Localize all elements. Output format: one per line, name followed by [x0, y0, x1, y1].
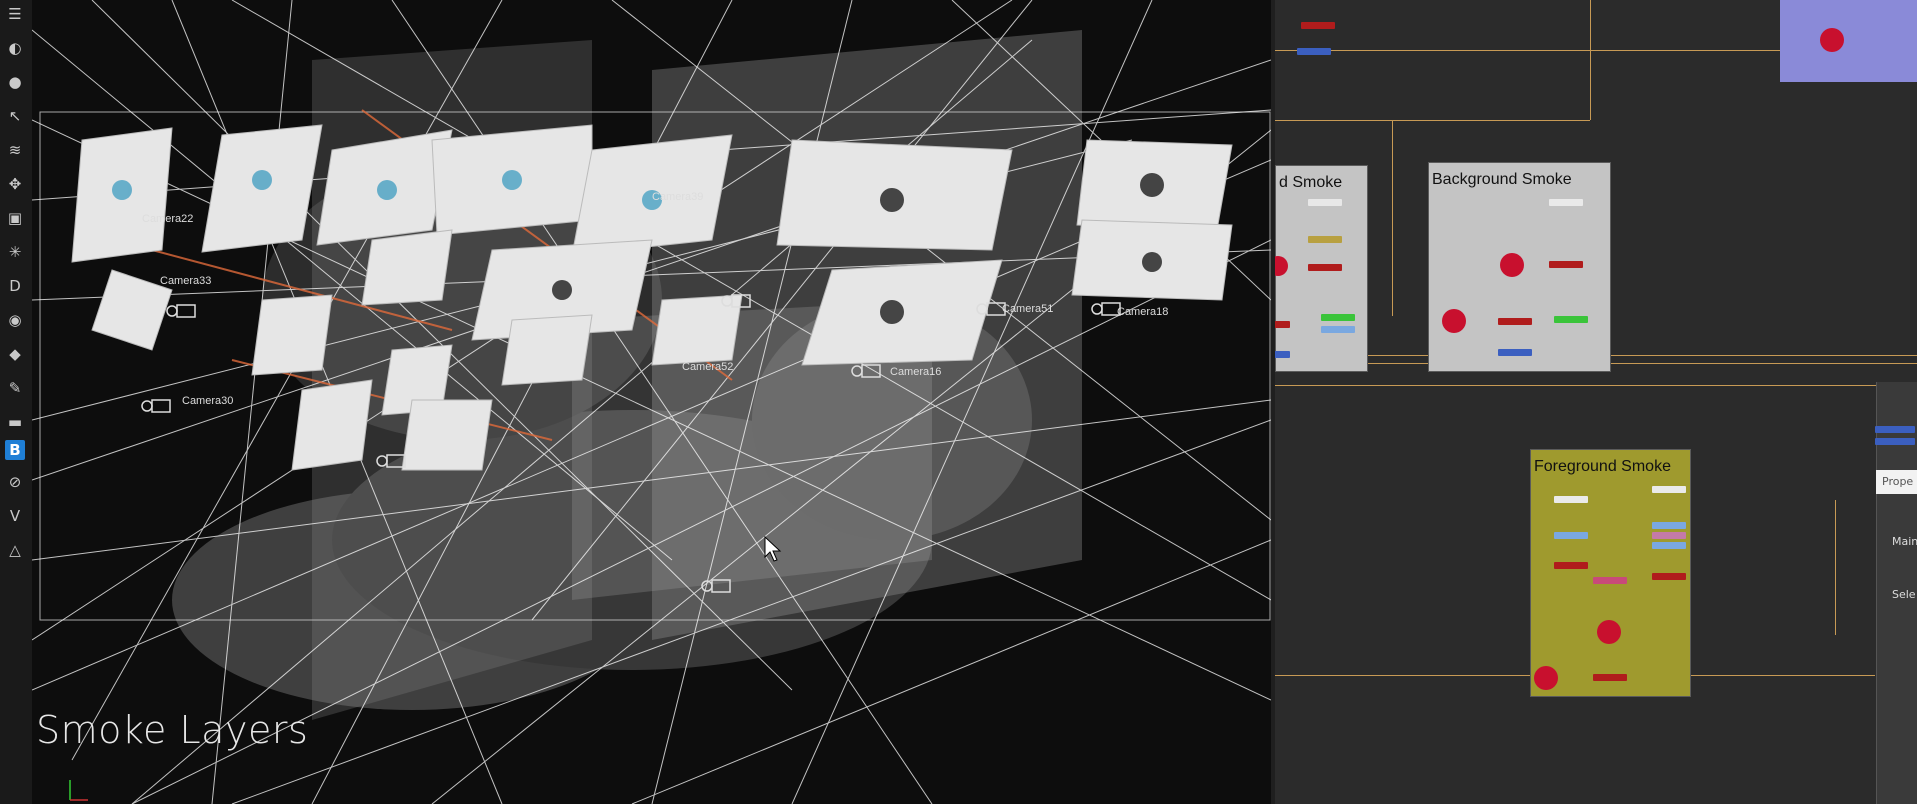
d-glyph: D: [9, 277, 21, 295]
wrench-icon[interactable]: ✎: [5, 378, 25, 398]
node-bar[interactable]: [1652, 486, 1686, 493]
wire: [1590, 0, 1591, 120]
node-bar[interactable]: [1275, 351, 1290, 358]
node-bar[interactable]: [1308, 199, 1342, 206]
b-logo-icon[interactable]: B: [5, 440, 25, 460]
node-bar[interactable]: [1321, 314, 1355, 321]
3d-viewport[interactable]: Camera22 Camera33 Camera30 Camera39 Came…: [32, 0, 1271, 804]
node-bar[interactable]: [1308, 236, 1342, 243]
node-bar[interactable]: [1593, 577, 1627, 584]
camera-label: Camera16: [890, 366, 941, 378]
node-dot[interactable]: [1275, 256, 1288, 276]
eye-icon[interactable]: ◉: [5, 310, 25, 330]
node-bar[interactable]: [1554, 532, 1588, 539]
node-dot[interactable]: [1597, 620, 1621, 644]
backdrop-title: d Smoke: [1279, 174, 1343, 191]
backdrop-foreground-smoke[interactable]: Foreground Smoke: [1530, 449, 1691, 697]
node-bar[interactable]: [1652, 573, 1686, 580]
node-bar[interactable]: [1498, 318, 1532, 325]
sphere-icon[interactable]: ◐: [5, 38, 25, 58]
v-glyph: V: [9, 507, 21, 525]
backdrop-title: Foreground Smoke: [1534, 458, 1671, 475]
properties-select-label: Sele: [1892, 588, 1916, 601]
circle-icon[interactable]: ●: [5, 72, 25, 92]
triangle-logo-icon[interactable]: △: [5, 540, 25, 560]
node-bar[interactable]: [1549, 199, 1583, 206]
node-bar[interactable]: [1652, 522, 1686, 529]
box-icon[interactable]: ▬: [5, 412, 25, 432]
wire: [1392, 120, 1393, 316]
node-dot[interactable]: [1534, 666, 1558, 690]
camera-label: Camera18: [1117, 306, 1168, 318]
node-bar[interactable]: [1652, 542, 1686, 549]
axis-gizmo-icon: [69, 780, 88, 801]
node-bar: [1875, 438, 1915, 445]
properties-tab[interactable]: Prope: [1876, 470, 1917, 494]
properties-main-label: Main: [1892, 535, 1917, 548]
backdrop-d-smoke[interactable]: d Smoke: [1275, 165, 1368, 372]
node-bar[interactable]: [1275, 321, 1290, 328]
node-graph[interactable]: d Smoke Background Smoke Foreground Smok…: [1275, 0, 1917, 804]
camera-label: Camera33: [160, 275, 211, 287]
wire: [1275, 120, 1590, 121]
camera-label: Camera30: [182, 395, 233, 407]
node-bar[interactable]: [1321, 326, 1355, 333]
move-icon[interactable]: ✥: [5, 174, 25, 194]
node-bar[interactable]: [1301, 22, 1335, 29]
node-bar[interactable]: [1554, 496, 1588, 503]
overlay-title: Smoke Layers: [36, 708, 309, 752]
node-dot[interactable]: [1442, 309, 1466, 333]
node-bar: [1875, 426, 1915, 433]
pointer-icon[interactable]: ↖: [5, 106, 25, 126]
cube-icon[interactable]: ▣: [5, 208, 25, 228]
blue-backdrop-fill: [1780, 0, 1917, 82]
camera-label: Camera22: [142, 213, 193, 225]
camera-label: Camera39: [652, 191, 703, 203]
node-bar[interactable]: [1549, 261, 1583, 268]
camera-label: Camera51: [1002, 303, 1053, 315]
node-bar[interactable]: [1498, 349, 1532, 356]
node-bar[interactable]: [1308, 264, 1342, 271]
b-glyph: B: [9, 441, 21, 459]
viewport-scene: Camera22 Camera33 Camera30 Camera39 Came…: [32, 0, 1271, 804]
node-dot[interactable]: [1500, 253, 1524, 277]
menu-icon[interactable]: ☰: [5, 4, 25, 24]
v-badge-icon[interactable]: V: [5, 506, 25, 526]
wire: [1835, 500, 1836, 635]
wire: [1275, 385, 1917, 386]
node-bar[interactable]: [1554, 562, 1588, 569]
left-toolbar: ☰ ◐ ● ↖ ≋ ✥ ▣ ✳ D ◉ ◆ ✎ ▬ B ⊘ V △: [0, 0, 32, 804]
node-bar[interactable]: [1554, 316, 1588, 323]
node-bar[interactable]: [1652, 532, 1686, 539]
node-dot[interactable]: [1820, 28, 1844, 52]
node-bar[interactable]: [1297, 48, 1331, 55]
particles-icon[interactable]: ✳: [5, 242, 25, 262]
compass-icon[interactable]: ⊘: [5, 472, 25, 492]
layers-icon[interactable]: ≋: [5, 140, 25, 160]
d-badge-icon[interactable]: D: [5, 276, 25, 296]
node-bar[interactable]: [1593, 674, 1627, 681]
camera-label: Camera52: [682, 361, 733, 373]
tag-icon[interactable]: ◆: [5, 344, 25, 364]
blue-backdrop[interactable]: [1780, 0, 1917, 82]
backdrop-title: Background Smoke: [1432, 171, 1572, 188]
backdrop-background-smoke[interactable]: Background Smoke: [1428, 162, 1611, 372]
